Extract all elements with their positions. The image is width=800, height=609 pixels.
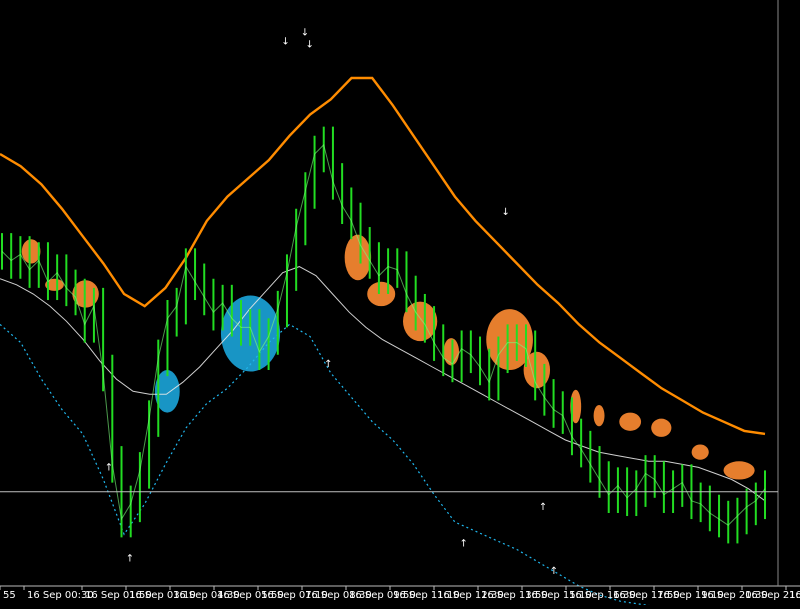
sell-arrow-2: ↓ [305,40,313,51]
sell-arrow-3: ↓ [502,207,510,218]
orange-marker-11 [619,412,642,431]
x-tick-label-1: 16 Sep 00:30 [27,590,94,601]
orange-marker-3 [344,234,372,281]
orange-marker-8 [523,351,551,389]
orange-marker-0 [21,239,41,264]
price-chart: ↓↓↓↓↑↑↑↑↑↑ 55 16 Sep 00:3016 Sep 01:5016 … [0,0,800,609]
sell-arrow-1: ↓ [301,27,309,38]
orange-marker-6 [443,338,460,366]
buy-arrow-2: ↑ [324,359,332,370]
chart-container: ↓ ↓ ↓ ↓ ↑ ↑ ↑ ↑ ↑ ↑ 55 16 Sep 00:30 16 Sep 01:50 16 … [0,0,800,609]
orange-marker-12 [651,418,672,437]
buy-arrow-0: ↑ [105,462,113,473]
orange-marker-13 [691,444,709,460]
orange-marker-5 [403,301,438,342]
sell-arrow-0: ↓ [281,37,289,48]
buy-arrow-1: ↑ [126,554,134,565]
orange-marker-14 [723,461,755,480]
orange-marker-10 [593,404,605,427]
buy-arrow-4: ↑ [539,502,547,513]
orange-marker-4 [367,281,396,307]
x-tick-label-18: 16 Sep 23:10 [789,590,800,601]
buy-arrow-3: ↑ [459,538,467,549]
buy-arrow-5: ↑ [550,566,558,577]
chart-background [0,0,800,605]
x-tick-label-0: 55 [3,590,16,601]
